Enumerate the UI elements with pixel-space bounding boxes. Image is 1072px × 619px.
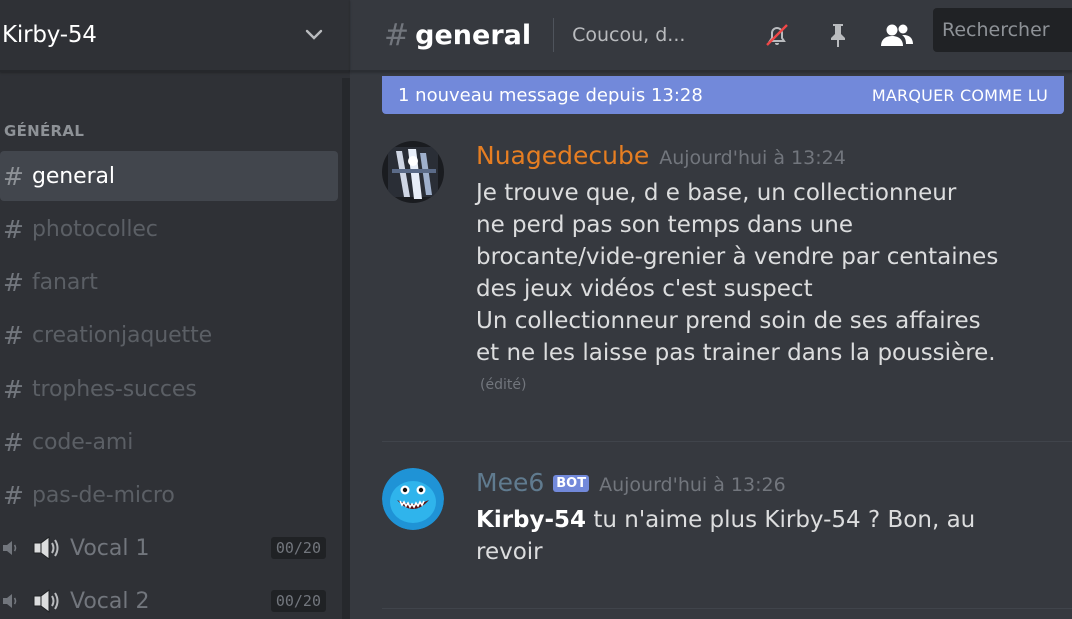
hash-icon: #	[3, 480, 24, 510]
user-mention[interactable]: Kirby-54	[476, 507, 586, 533]
speaker-icon	[2, 538, 24, 558]
message-line: Kirby-54 tu n'aime plus Kirby-54 ? Bon, …	[476, 504, 1072, 536]
server-header[interactable]: Kirby-54	[0, 0, 350, 72]
message-divider	[382, 608, 1072, 609]
sidebar-item-code-ami[interactable]: # code-ami	[0, 417, 338, 467]
edited-label: (édité)	[480, 377, 527, 393]
avatar[interactable]	[382, 468, 444, 530]
category-header[interactable]: GÉNÉRAL	[4, 122, 84, 140]
message-body: Nuagedecube Aujourd'hui à 13:24 Je trouv…	[476, 141, 1072, 393]
channel-label: fanart	[32, 269, 98, 295]
bot-badge: BOT	[553, 475, 590, 492]
message-body: Mee6 BOT Aujourd'hui à 13:26 Kirby-54 tu…	[476, 468, 1072, 568]
message-line: Un collectionneur prend soin de ses affa…	[476, 308, 981, 334]
sidebar-item-pas-de-micro[interactable]: # pas-de-micro	[0, 470, 338, 520]
new-messages-text: 1 nouveau message depuis 13:28	[398, 84, 703, 106]
channel-label: pas-de-micro	[32, 482, 175, 508]
message-line: brocante/vide-grenier à vendre par centa…	[476, 244, 999, 270]
message-item: Mee6 BOT Aujourd'hui à 13:26 Kirby-54 tu…	[382, 468, 1072, 588]
voice-channel-label: Vocal 2	[70, 588, 150, 614]
sidebar-item-trophes-succes[interactable]: # trophes-succes	[0, 364, 338, 414]
channel-label: photocollec	[32, 216, 158, 242]
hash-icon: #	[3, 374, 24, 404]
members-icon[interactable]	[878, 17, 914, 53]
channel-title: general	[415, 19, 532, 51]
voice-channel-icon	[32, 534, 68, 562]
message-header: Mee6 BOT Aujourd'hui à 13:26	[476, 468, 1072, 500]
message-line: et ne les laisse pas trainer dans la pou…	[476, 340, 996, 366]
sidebar-item-vocal-1[interactable]: Vocal 1 00/20	[0, 525, 338, 571]
hash-icon: #	[3, 320, 24, 350]
timestamp: Aujourd'hui à 13:24	[659, 147, 846, 169]
message-content: Je trouve que, d e base, un collectionne…	[476, 177, 1072, 369]
channel-label: trophes-succes	[32, 376, 197, 402]
server-name: Kirby-54	[2, 22, 97, 48]
chevron-down-icon[interactable]	[304, 25, 324, 45]
message-line: Je trouve que, d e base, un collectionne…	[476, 180, 957, 206]
channel-list: GÉNÉRAL # general # photocollec # fanart…	[0, 78, 342, 619]
hash-icon: #	[3, 267, 24, 297]
voice-channel-icon	[32, 587, 68, 615]
new-messages-banner[interactable]: 1 nouveau message depuis 13:28 MARQUER C…	[382, 76, 1064, 114]
channel-label: general	[32, 163, 115, 189]
author-name[interactable]: Mee6	[476, 468, 544, 497]
message-content: Kirby-54 tu n'aime plus Kirby-54 ? Bon, …	[476, 504, 1072, 568]
search-input[interactable]	[933, 8, 1072, 52]
notification-muted-icon[interactable]	[759, 17, 795, 53]
header-divider	[553, 18, 555, 52]
channel-header: # general Coucou, d...	[350, 0, 1072, 72]
pin-icon[interactable]	[820, 17, 856, 53]
sidebar-scrollbar[interactable]	[342, 78, 350, 619]
hash-icon: #	[3, 427, 24, 457]
message-text: tu n'aime plus Kirby-54 ? Bon, au	[586, 507, 976, 533]
hash-icon: #	[3, 214, 24, 244]
mark-as-read-button[interactable]: MARQUER COMME LU	[872, 86, 1048, 105]
message-line: revoir	[476, 539, 543, 565]
speaker-icon	[2, 591, 24, 611]
sidebar-item-creationjaquette[interactable]: # creationjaquette	[0, 310, 338, 360]
sidebar-item-photocollec[interactable]: # photocollec	[0, 204, 338, 254]
timestamp: Aujourd'hui à 13:26	[599, 474, 786, 496]
channel-sidebar: Kirby-54 GÉNÉRAL # general # photocollec…	[0, 0, 350, 619]
hash-icon: #	[3, 161, 24, 191]
discord-app: Kirby-54 GÉNÉRAL # general # photocollec…	[0, 0, 1072, 619]
voice-channel-label: Vocal 1	[70, 535, 150, 561]
hash-icon: #	[384, 17, 410, 53]
message-divider	[382, 441, 1072, 442]
sidebar-item-general[interactable]: # general	[0, 151, 338, 201]
avatar[interactable]	[382, 141, 444, 203]
channel-label: code-ami	[32, 429, 134, 455]
author-name[interactable]: Nuagedecube	[476, 141, 649, 170]
sidebar-item-vocal-2[interactable]: Vocal 2 00/20	[0, 578, 338, 619]
user-count-badge: 00/20	[270, 537, 326, 559]
message-line: des jeux vidéos c'est suspect	[476, 276, 813, 302]
chat-area: # general Coucou, d... Rechercher 1 nouv…	[350, 0, 1072, 619]
message-item: Nuagedecube Aujourd'hui à 13:24 Je trouv…	[382, 141, 1072, 431]
channel-topic[interactable]: Coucou, d...	[572, 24, 685, 46]
message-header: Nuagedecube Aujourd'hui à 13:24	[476, 141, 1072, 173]
channel-label: creationjaquette	[32, 322, 213, 348]
sidebar-item-fanart[interactable]: # fanart	[0, 257, 338, 307]
user-count-badge: 00/20	[270, 590, 326, 612]
message-line: ne perd pas son temps dans une	[476, 212, 854, 238]
